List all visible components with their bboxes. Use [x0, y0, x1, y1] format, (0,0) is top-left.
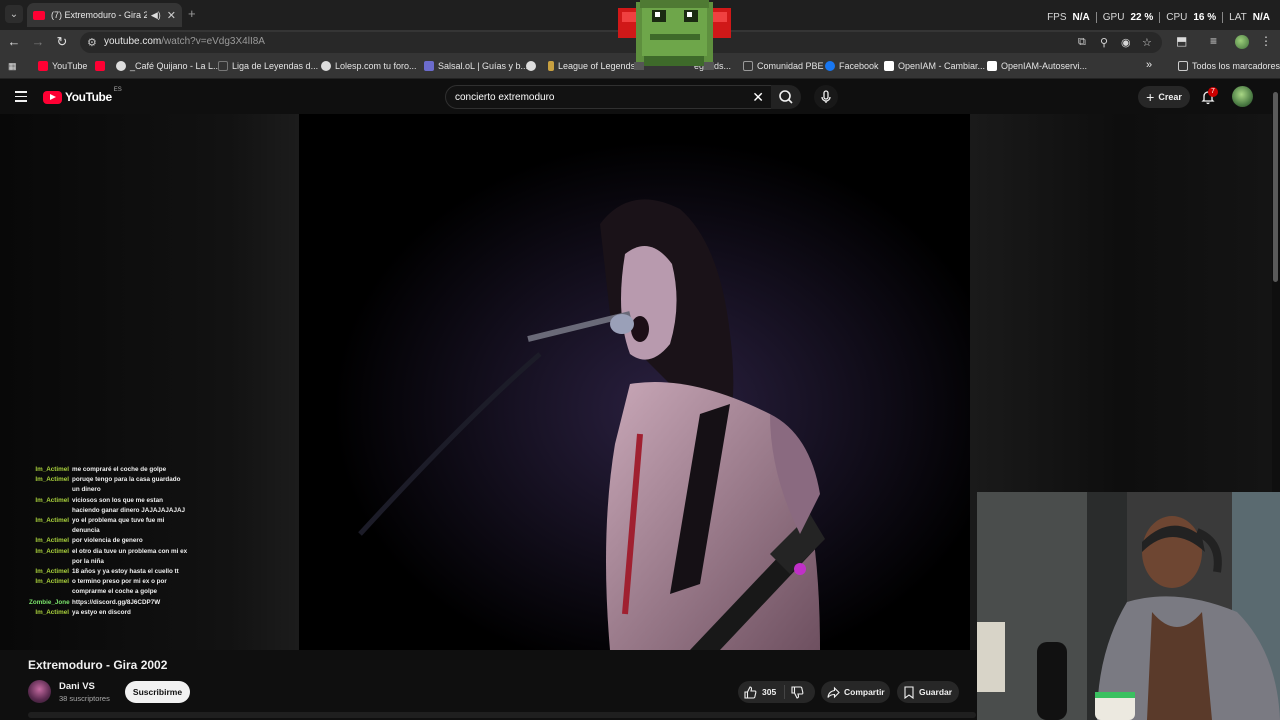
bookmark-youtube[interactable]: YouTube: [38, 61, 87, 71]
gpu-value: 22 %: [1130, 12, 1154, 23]
subscribe-button[interactable]: Suscribirme: [125, 681, 190, 703]
lat-value: N/A: [1252, 12, 1270, 23]
like-count: 305: [762, 687, 777, 697]
cpu-label: CPU: [1166, 12, 1188, 23]
chat-message: Im_Actimel o termino preso por mi ex o po…: [35, 578, 167, 596]
account-avatar[interactable]: [1232, 86, 1253, 107]
search-icon: [779, 90, 793, 104]
menu-hamburger-icon[interactable]: [15, 91, 27, 102]
browser-menu-icon[interactable]: ⋮: [1260, 34, 1272, 48]
youtube-play-icon: [43, 90, 62, 104]
bookmark-openiam-cambiar[interactable]: OpenIAM - Cambiar...: [884, 61, 985, 71]
create-button[interactable]: + Crear: [1138, 86, 1190, 108]
bookmark-lolesp[interactable]: Lolesp.com tu foro...: [321, 61, 417, 71]
notification-badge: 7: [1208, 87, 1218, 97]
scrollbar-thumb[interactable]: [1273, 92, 1278, 282]
close-tab-icon[interactable]: ✕: [167, 9, 176, 22]
search-button[interactable]: [771, 85, 801, 109]
chat-message: Im_Actimel me compraré el coche de golpe: [35, 466, 167, 473]
chat-message: Im_Actimel 18 años y ya estoy hasta el cu…: [35, 568, 179, 576]
bookmark-cafe-quijano[interactable]: _Café Quijano - La L...: [116, 61, 221, 71]
bookmark-facebook[interactable]: Facebook: [825, 61, 879, 71]
all-bookmarks-folder[interactable]: Todos los marcadores: [1178, 61, 1280, 71]
stream-chat-overlay: Im_Actimel me compraré el coche de golpe …: [29, 465, 189, 618]
tab-title: (7) Extremoduro - Gira 2002: [51, 10, 147, 20]
bookmark-liga-de-leyendas[interactable]: Liga de Leyendas d...: [218, 61, 318, 71]
clear-search-icon[interactable]: ✕: [752, 89, 764, 106]
subscriber-count: 38 suscriptores: [59, 694, 110, 703]
browser-profile-avatar[interactable]: [1235, 35, 1249, 49]
apps-grid-icon[interactable]: ▦: [8, 61, 17, 72]
bookmark-openiam-autoservicio[interactable]: OpenIAM-Autoservi...: [987, 61, 1087, 71]
channel-name[interactable]: Dani VS: [59, 681, 95, 692]
chat-message: Im_Actimel poruqe tengo para la casa guar…: [35, 476, 181, 494]
video-player[interactable]: [300, 114, 970, 650]
bookmark-globe[interactable]: [526, 61, 536, 71]
fps-value: N/A: [1072, 12, 1090, 23]
share-arrow-icon: [827, 686, 840, 698]
forward-arrow-icon[interactable]: →: [30, 34, 46, 50]
reading-list-icon[interactable]: ≡: [1210, 34, 1217, 48]
save-button[interactable]: Guardar: [897, 681, 959, 703]
channel-avatar[interactable]: [28, 680, 51, 703]
like-dislike-group: 305: [738, 681, 815, 703]
new-tab-button[interactable]: +: [188, 6, 196, 21]
bookmark-star-icon[interactable]: ☆: [1142, 36, 1152, 49]
tab-search-chevron-icon[interactable]: ⌄: [5, 5, 23, 23]
bookmark-youtube-2[interactable]: [95, 61, 105, 71]
plus-icon: +: [1146, 89, 1155, 105]
description-box-edge: [28, 712, 976, 718]
youtube-favicon-icon: [33, 10, 45, 20]
bookmarks-overflow-chevron-icon[interactable]: »: [1146, 59, 1152, 71]
share-button[interactable]: Compartir: [821, 681, 890, 703]
bookmark-icon: [904, 685, 914, 699]
concert-video-frame: [300, 114, 970, 650]
bookmark-comunidad-pbe[interactable]: Comunidad PBE: [743, 61, 824, 71]
lat-label: LAT: [1229, 12, 1247, 23]
chat-message: Im_Actimel viciosos son los que me estan …: [35, 496, 186, 514]
thumbs-down-icon: [791, 685, 804, 699]
dislike-button[interactable]: [785, 685, 804, 699]
video-title: Extremoduro - Gira 2002: [28, 658, 168, 672]
reload-icon[interactable]: ↻: [54, 34, 70, 50]
chat-message: Im_Actimel por violencia de genero: [35, 537, 143, 545]
site-info-icon[interactable]: ⚙: [87, 36, 97, 49]
chat-message: Im_Actimel el otro dia tuve un problema c…: [35, 547, 188, 565]
pixel-frog-overlay-icon: [618, 0, 731, 70]
extensions-puzzle-icon[interactable]: ⬒: [1176, 34, 1187, 48]
search-query: concierto extremoduro: [455, 92, 555, 103]
like-button[interactable]: 305: [738, 685, 786, 699]
chat-message: Zombie_Jone https://discord.gg/8J6CDP7W: [29, 598, 161, 606]
youtube-logo[interactable]: YouTube ES: [43, 87, 122, 104]
browser-tab-active[interactable]: (7) Extremoduro - Gira 2002 ◀) ✕: [27, 3, 182, 27]
cpu-value: 16 %: [1193, 12, 1217, 23]
search-input[interactable]: concierto extremoduro ✕: [445, 85, 775, 109]
chat-message: Im_Actimel ya estyo en discord: [35, 608, 131, 616]
thumbs-up-icon: [744, 685, 757, 699]
webcam-overlay: [977, 492, 1280, 720]
youtube-masthead: YouTube ES concierto extremoduro ✕ + Cre…: [0, 80, 1280, 114]
bookmark-salsalol[interactable]: Salsal.oL | Guías y b...: [424, 61, 528, 71]
speaker-icon[interactable]: ◀): [151, 10, 161, 21]
address-url[interactable]: youtube.com/watch?v=eVdg3X4lI8A: [104, 36, 265, 47]
chat-message: Im_Actimel yo el problema que tuve fue mi…: [35, 517, 165, 535]
gpu-label: GPU: [1102, 12, 1125, 23]
performance-overlay: FPS N/A GPU 22 % CPU 16 % LAT N/A: [1047, 12, 1270, 23]
install-app-icon[interactable]: ⧉: [1078, 36, 1086, 49]
streamer-webcam-frame: [977, 492, 1280, 720]
voice-search-button[interactable]: [814, 85, 838, 109]
microphone-icon: [821, 90, 831, 103]
fps-label: FPS: [1047, 12, 1067, 23]
eye-off-icon[interactable]: ◉: [1121, 36, 1131, 49]
zoom-icon[interactable]: ⚲: [1100, 36, 1108, 49]
back-arrow-icon[interactable]: ←: [6, 34, 22, 50]
